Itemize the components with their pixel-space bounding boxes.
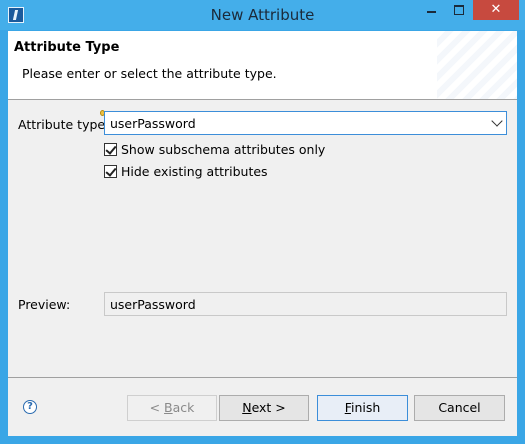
- minimize-icon: [426, 10, 436, 13]
- next-mnemonic: N: [242, 400, 252, 415]
- wizard-header: Attribute Type Please enter or select th…: [8, 31, 517, 100]
- cancel-button[interactable]: Cancel: [414, 395, 505, 421]
- back-mnemonic: B: [164, 400, 173, 415]
- page-title: Attribute Type: [14, 40, 120, 55]
- chevron-down-icon[interactable]: [491, 115, 503, 127]
- maximize-icon: [454, 4, 464, 15]
- preview-value: userPassword: [110, 297, 196, 312]
- maximize-button[interactable]: [446, 0, 472, 20]
- back-prefix: <: [149, 400, 165, 415]
- close-icon: ✕: [490, 2, 502, 17]
- footer-separator: [8, 377, 517, 378]
- help-icon[interactable]: ?: [23, 400, 37, 414]
- dialog-content: Attribute Type Please enter or select th…: [8, 31, 517, 436]
- finish-rest: inish: [350, 400, 381, 415]
- back-rest: ack: [172, 400, 195, 415]
- close-button[interactable]: ✕: [473, 0, 519, 20]
- header-banner-image: [437, 31, 517, 99]
- hide-existing-checkbox[interactable]: [104, 165, 117, 178]
- dialog-window: New Attribute ✕ Attribute Type Please en…: [0, 0, 525, 444]
- finish-button[interactable]: Finish: [317, 395, 408, 421]
- minimize-button[interactable]: [418, 0, 444, 20]
- attribute-type-value: userPassword: [110, 116, 196, 131]
- show-subschema-label[interactable]: Show subschema attributes only: [121, 142, 325, 157]
- page-description: Please enter or select the attribute typ…: [22, 66, 277, 81]
- next-rest: ext >: [251, 400, 286, 415]
- preview-field: userPassword: [104, 292, 507, 316]
- title-bar[interactable]: New Attribute ✕: [0, 0, 525, 30]
- preview-label: Preview:: [18, 297, 71, 312]
- next-button[interactable]: Next >: [219, 395, 309, 421]
- attribute-type-label: Attribute type:: [18, 117, 110, 132]
- attribute-type-combo[interactable]: userPassword: [104, 111, 507, 135]
- show-subschema-checkbox[interactable]: [104, 143, 117, 156]
- hide-existing-label[interactable]: Hide existing attributes: [121, 164, 268, 179]
- back-button[interactable]: < Back: [127, 395, 217, 421]
